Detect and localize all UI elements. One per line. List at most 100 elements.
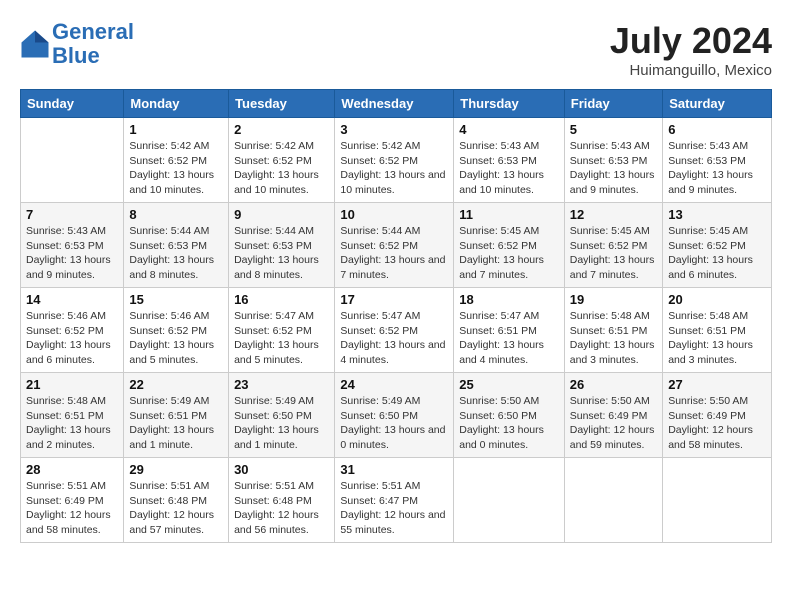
logo-text: General Blue <box>52 20 134 68</box>
day-number: 26 <box>570 377 657 392</box>
day-number: 19 <box>570 292 657 307</box>
month-title: July 2024 <box>610 20 772 62</box>
col-monday: Monday <box>124 90 229 118</box>
table-row: 7Sunrise: 5:43 AM Sunset: 6:53 PM Daylig… <box>21 203 124 288</box>
page-header: General Blue July 2024 Huimanguillo, Mex… <box>20 20 772 79</box>
table-row: 15 Sunrise: 5:46 AM Sunset: 6:52 PM Dayli… <box>124 288 229 373</box>
day-info: Sunrise: 5:49 AM Sunset: 6:51 PM Dayligh… <box>129 394 223 453</box>
day-info: Sunrise: 5:44 AM Sunset: 6:53 PM Dayligh… <box>234 224 329 283</box>
day-info: Sunrise: 5:49 AM Sunset: 6:50 PM Dayligh… <box>340 394 448 453</box>
day-number: 11 <box>459 207 559 222</box>
day-info: Sunrise: 5:43 AM Sunset: 6:53 PM Dayligh… <box>459 139 559 198</box>
table-row: 3Sunrise: 5:42 AM Sunset: 6:52 PM Daylig… <box>335 118 454 203</box>
logo-line2: Blue <box>52 43 100 68</box>
day-info: Sunrise: 5:44 AM Sunset: 6:53 PM Dayligh… <box>129 224 223 283</box>
table-row: 10 Sunrise: 5:44 AM Sunset: 6:52 PM Dayli… <box>335 203 454 288</box>
day-info: Sunrise: 5:42 AM Sunset: 6:52 PM Dayligh… <box>129 139 223 198</box>
day-number: 21 <box>26 377 118 392</box>
table-row: 11Sunrise: 5:45 AM Sunset: 6:52 PM Dayli… <box>454 203 565 288</box>
calendar-week-row: 28Sunrise: 5:51 AM Sunset: 6:49 PM Dayli… <box>21 458 772 543</box>
table-row: 2 Sunrise: 5:42 AM Sunset: 6:52 PM Daylig… <box>229 118 335 203</box>
table-row <box>663 458 772 543</box>
table-row: 31Sunrise: 5:51 AM Sunset: 6:47 PM Dayli… <box>335 458 454 543</box>
day-number: 18 <box>459 292 559 307</box>
table-row: 13 Sunrise: 5:45 AM Sunset: 6:52 PM Dayli… <box>663 203 772 288</box>
table-row: 17 Sunrise: 5:47 AM Sunset: 6:52 PM Dayli… <box>335 288 454 373</box>
day-number: 27 <box>668 377 766 392</box>
table-row: 27 Sunrise: 5:50 AM Sunset: 6:49 PM Dayli… <box>663 373 772 458</box>
logo: General Blue <box>20 20 134 68</box>
day-info: Sunrise: 5:51 AM Sunset: 6:48 PM Dayligh… <box>129 479 223 538</box>
col-saturday: Saturday <box>663 90 772 118</box>
col-sunday: Sunday <box>21 90 124 118</box>
day-info: Sunrise: 5:48 AM Sunset: 6:51 PM Dayligh… <box>570 309 657 368</box>
table-row: 21 Sunrise: 5:48 AM Sunset: 6:51 PM Dayli… <box>21 373 124 458</box>
table-row: 25 Sunrise: 5:50 AM Sunset: 6:50 PM Dayli… <box>454 373 565 458</box>
title-block: July 2024 Huimanguillo, Mexico <box>610 20 772 79</box>
table-row: 9 Sunrise: 5:44 AM Sunset: 6:53 PM Daylig… <box>229 203 335 288</box>
day-number: 16 <box>234 292 329 307</box>
day-number: 9 <box>234 207 329 222</box>
calendar-header-row: Sunday Monday Tuesday Wednesday Thursday… <box>21 90 772 118</box>
day-info: Sunrise: 5:51 AM Sunset: 6:49 PM Dayligh… <box>26 479 118 538</box>
calendar-table: Sunday Monday Tuesday Wednesday Thursday… <box>20 89 772 543</box>
day-number: 3 <box>340 122 448 137</box>
logo-icon <box>20 29 50 59</box>
day-number: 17 <box>340 292 448 307</box>
day-number: 8 <box>129 207 223 222</box>
day-info: Sunrise: 5:47 AM Sunset: 6:51 PM Dayligh… <box>459 309 559 368</box>
day-info: Sunrise: 5:51 AM Sunset: 6:48 PM Dayligh… <box>234 479 329 538</box>
day-info: Sunrise: 5:47 AM Sunset: 6:52 PM Dayligh… <box>234 309 329 368</box>
table-row <box>21 118 124 203</box>
col-tuesday: Tuesday <box>229 90 335 118</box>
table-row: 20Sunrise: 5:48 AM Sunset: 6:51 PM Dayli… <box>663 288 772 373</box>
day-number: 5 <box>570 122 657 137</box>
day-number: 25 <box>459 377 559 392</box>
day-info: Sunrise: 5:50 AM Sunset: 6:49 PM Dayligh… <box>570 394 657 453</box>
day-number: 29 <box>129 462 223 477</box>
table-row: 14 Sunrise: 5:46 AM Sunset: 6:52 PM Dayli… <box>21 288 124 373</box>
day-info: Sunrise: 5:46 AM Sunset: 6:52 PM Dayligh… <box>129 309 223 368</box>
day-number: 1 <box>129 122 223 137</box>
table-row: 4 Sunrise: 5:43 AM Sunset: 6:53 PM Daylig… <box>454 118 565 203</box>
table-row: 18 Sunrise: 5:47 AM Sunset: 6:51 PM Dayli… <box>454 288 565 373</box>
col-wednesday: Wednesday <box>335 90 454 118</box>
calendar-week-row: 21 Sunrise: 5:48 AM Sunset: 6:51 PM Dayli… <box>21 373 772 458</box>
day-info: Sunrise: 5:47 AM Sunset: 6:52 PM Dayligh… <box>340 309 448 368</box>
col-friday: Friday <box>564 90 662 118</box>
day-info: Sunrise: 5:43 AM Sunset: 6:53 PM Dayligh… <box>668 139 766 198</box>
day-number: 15 <box>129 292 223 307</box>
table-row <box>454 458 565 543</box>
table-row: 26 Sunrise: 5:50 AM Sunset: 6:49 PM Dayli… <box>564 373 662 458</box>
day-info: Sunrise: 5:46 AM Sunset: 6:52 PM Dayligh… <box>26 309 118 368</box>
table-row: 8 Sunrise: 5:44 AM Sunset: 6:53 PM Daylig… <box>124 203 229 288</box>
day-info: Sunrise: 5:43 AM Sunset: 6:53 PM Dayligh… <box>26 224 118 283</box>
day-number: 23 <box>234 377 329 392</box>
day-number: 14 <box>26 292 118 307</box>
day-number: 13 <box>668 207 766 222</box>
day-info: Sunrise: 5:45 AM Sunset: 6:52 PM Dayligh… <box>570 224 657 283</box>
table-row: 22Sunrise: 5:49 AM Sunset: 6:51 PM Dayli… <box>124 373 229 458</box>
calendar-week-row: 7Sunrise: 5:43 AM Sunset: 6:53 PM Daylig… <box>21 203 772 288</box>
logo-line1: General <box>52 19 134 44</box>
table-row: 23 Sunrise: 5:49 AM Sunset: 6:50 PM Dayli… <box>229 373 335 458</box>
day-number: 2 <box>234 122 329 137</box>
day-number: 30 <box>234 462 329 477</box>
day-info: Sunrise: 5:42 AM Sunset: 6:52 PM Dayligh… <box>234 139 329 198</box>
calendar-week-row: 14 Sunrise: 5:46 AM Sunset: 6:52 PM Dayli… <box>21 288 772 373</box>
table-row: 12 Sunrise: 5:45 AM Sunset: 6:52 PM Dayli… <box>564 203 662 288</box>
table-row: 28Sunrise: 5:51 AM Sunset: 6:49 PM Dayli… <box>21 458 124 543</box>
table-row: 29 Sunrise: 5:51 AM Sunset: 6:48 PM Dayli… <box>124 458 229 543</box>
day-info: Sunrise: 5:50 AM Sunset: 6:50 PM Dayligh… <box>459 394 559 453</box>
day-info: Sunrise: 5:44 AM Sunset: 6:52 PM Dayligh… <box>340 224 448 283</box>
day-number: 20 <box>668 292 766 307</box>
day-info: Sunrise: 5:45 AM Sunset: 6:52 PM Dayligh… <box>668 224 766 283</box>
day-number: 31 <box>340 462 448 477</box>
day-info: Sunrise: 5:49 AM Sunset: 6:50 PM Dayligh… <box>234 394 329 453</box>
day-info: Sunrise: 5:50 AM Sunset: 6:49 PM Dayligh… <box>668 394 766 453</box>
day-number: 6 <box>668 122 766 137</box>
day-number: 10 <box>340 207 448 222</box>
day-info: Sunrise: 5:48 AM Sunset: 6:51 PM Dayligh… <box>26 394 118 453</box>
day-number: 12 <box>570 207 657 222</box>
day-number: 4 <box>459 122 559 137</box>
